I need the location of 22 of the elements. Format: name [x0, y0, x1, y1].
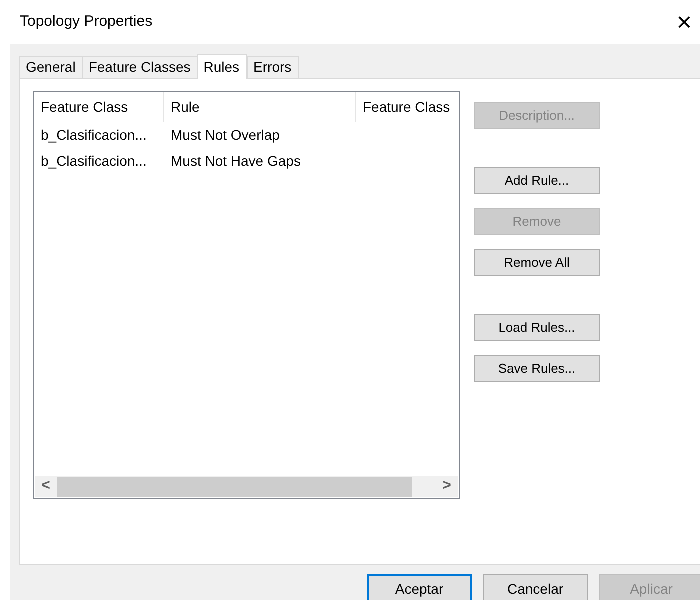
- action-button[interactable]: Load Rules...: [474, 314, 600, 341]
- column-header[interactable]: Rule: [171, 96, 200, 118]
- tab[interactable]: General: [19, 56, 83, 78]
- table-cell: b_Clasificacion...: [41, 152, 147, 168]
- scrollbar-thumb[interactable]: [57, 476, 412, 496]
- scroll-right-button[interactable]: >: [436, 475, 458, 498]
- dialog-button[interactable]: Aceptar: [367, 574, 472, 600]
- table-cell: Must Not Have Gaps: [171, 152, 301, 168]
- action-button[interactable]: Save Rules...: [474, 355, 600, 382]
- column-header[interactable]: Feature Class: [41, 96, 128, 118]
- column-header[interactable]: Feature Class: [363, 96, 450, 118]
- scroll-left-button[interactable]: <: [35, 475, 57, 498]
- horizontal-scrollbar[interactable]: < >: [35, 476, 458, 497]
- window-title: Topology Properties: [20, 12, 153, 32]
- action-button[interactable]: Remove All: [474, 249, 600, 276]
- tab[interactable]: Errors: [246, 56, 299, 78]
- dialog-button[interactable]: Cancelar: [483, 574, 588, 600]
- close-button[interactable]: ×: [672, 9, 696, 35]
- table-cell: Must Not Overlap: [171, 126, 280, 142]
- tab[interactable]: Rules: [196, 54, 247, 79]
- action-button[interactable]: Add Rule...: [474, 167, 600, 194]
- table-cell: b_Clasificacion...: [41, 126, 147, 142]
